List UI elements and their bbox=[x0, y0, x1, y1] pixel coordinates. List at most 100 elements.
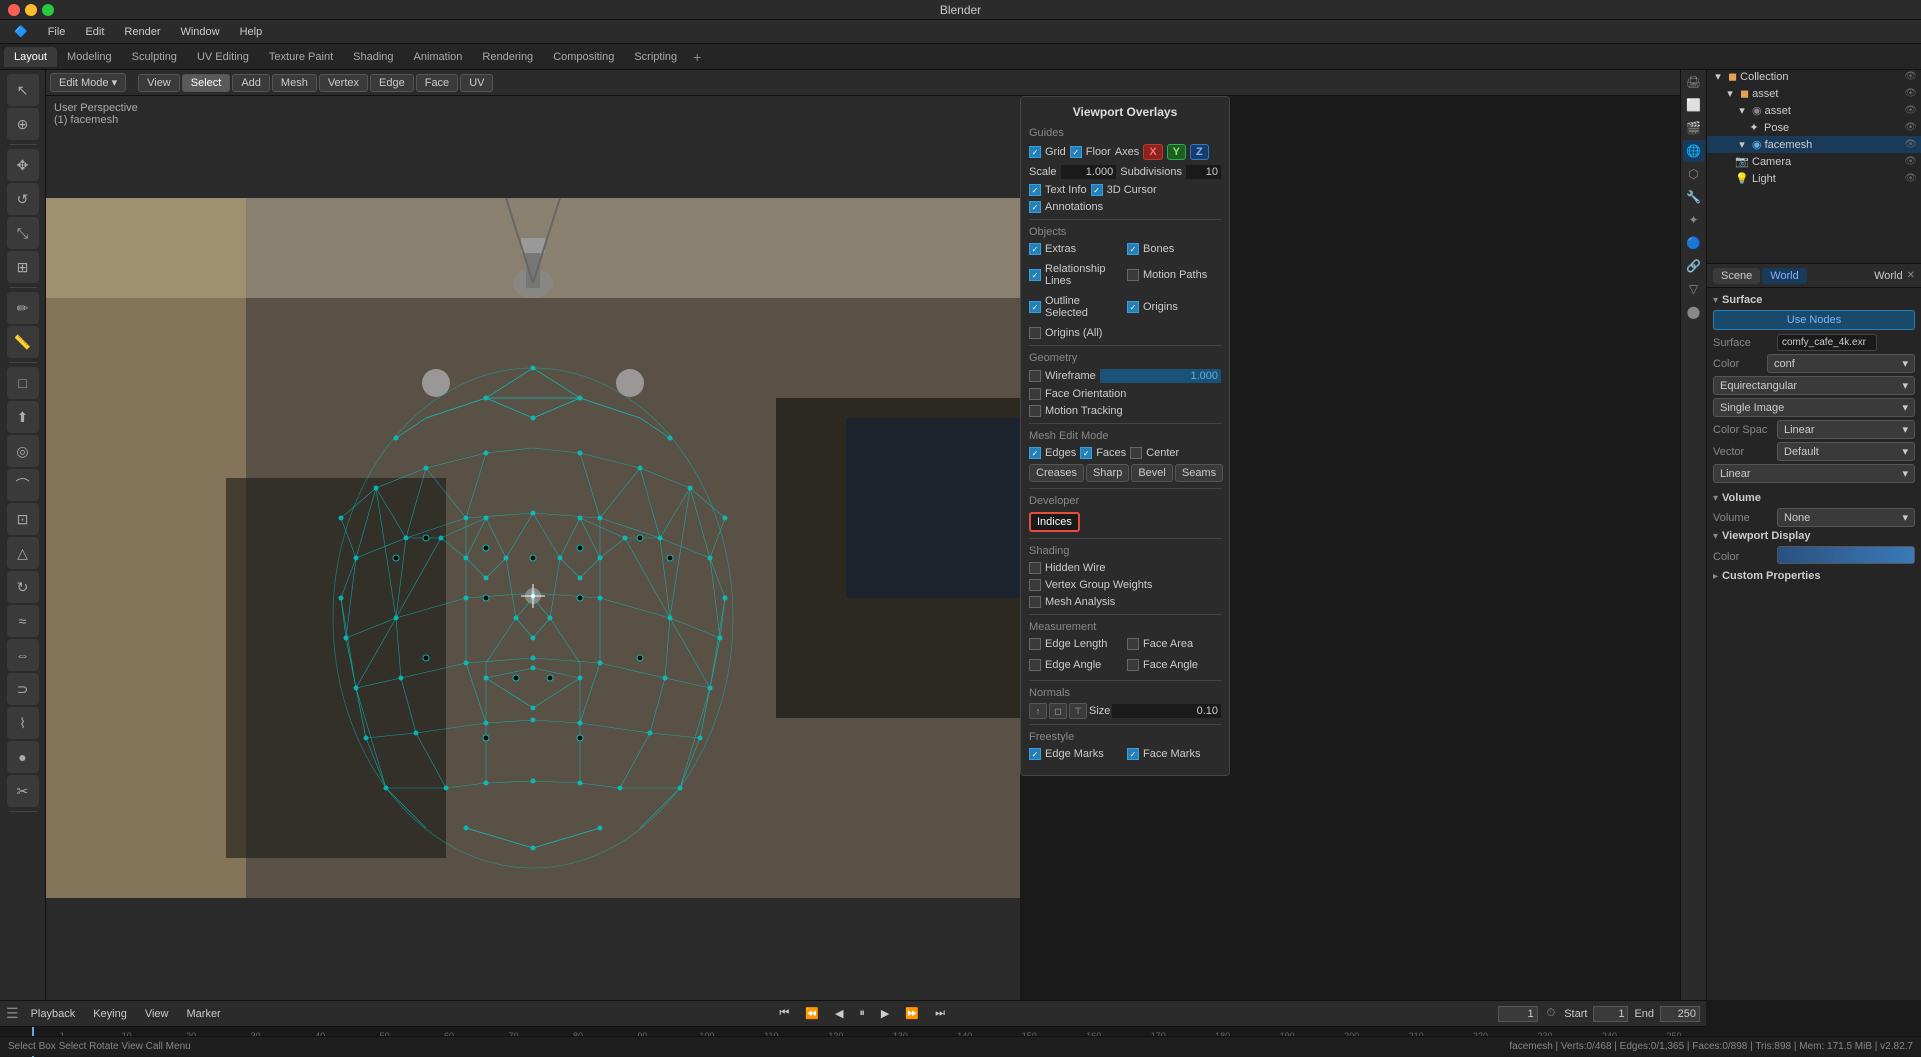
vertex-group-weights-checkbox[interactable] bbox=[1029, 579, 1041, 591]
indices-button[interactable]: Indices bbox=[1029, 512, 1080, 532]
close-button[interactable] bbox=[8, 4, 20, 16]
volume-dropdown[interactable]: None ▾ bbox=[1777, 508, 1915, 527]
origins-all-checkbox[interactable] bbox=[1029, 327, 1041, 339]
scale-input[interactable] bbox=[1061, 165, 1117, 179]
custom-props-header[interactable]: ▸ Custom Properties bbox=[1713, 570, 1915, 582]
props-material-icon[interactable]: ⬤ bbox=[1683, 301, 1705, 323]
to-sphere-tool[interactable]: ● bbox=[7, 741, 39, 773]
vd-color-swatch[interactable] bbox=[1777, 546, 1915, 564]
start-frame-input[interactable] bbox=[1593, 1006, 1628, 1022]
facemesh-eye-icon[interactable]: 👁 bbox=[1904, 139, 1917, 150]
projection-dropdown[interactable]: Equirectangular ▾ bbox=[1713, 376, 1915, 395]
ws-tab-modeling[interactable]: Modeling bbox=[57, 47, 122, 67]
subdivisions-input[interactable] bbox=[1186, 165, 1221, 179]
creases-button[interactable]: Creases bbox=[1029, 464, 1084, 482]
smooth-tool[interactable]: ≈ bbox=[7, 605, 39, 637]
view-menu[interactable]: View bbox=[138, 74, 180, 92]
surface-section-header[interactable]: ▾ Surface bbox=[1713, 294, 1915, 306]
bevel-button[interactable]: Bevel bbox=[1131, 464, 1173, 482]
edge-angle-checkbox[interactable] bbox=[1029, 659, 1041, 671]
camera-item[interactable]: 📷 Camera 👁 bbox=[1707, 153, 1921, 170]
props-scene-icon[interactable]: 🎬 bbox=[1683, 117, 1705, 139]
extras-checkbox[interactable] bbox=[1029, 243, 1041, 255]
edge-marks-checkbox[interactable] bbox=[1029, 748, 1041, 760]
maximize-button[interactable] bbox=[42, 4, 54, 16]
extrude-tool[interactable]: ⬆ bbox=[7, 401, 39, 433]
menu-file[interactable]: File bbox=[42, 24, 72, 40]
normals-split-button[interactable]: ⊤ bbox=[1069, 703, 1087, 719]
cursor-3d-checkbox[interactable] bbox=[1091, 184, 1103, 196]
hidden-wire-checkbox[interactable] bbox=[1029, 562, 1041, 574]
collection-item[interactable]: ▾ ◼ Collection 👁 bbox=[1707, 68, 1921, 85]
use-nodes-button[interactable]: Use Nodes bbox=[1713, 310, 1915, 330]
select-menu[interactable]: Select bbox=[182, 74, 231, 92]
select-tool[interactable]: ↖ bbox=[7, 74, 39, 106]
transform-tool[interactable]: ⊞ bbox=[7, 251, 39, 283]
single-image-dropdown[interactable]: Single Image ▾ bbox=[1713, 398, 1915, 417]
shrink-tool[interactable]: ⊃ bbox=[7, 673, 39, 705]
menu-render[interactable]: Render bbox=[118, 24, 166, 40]
edge-length-checkbox[interactable] bbox=[1029, 638, 1041, 650]
bones-checkbox[interactable] bbox=[1127, 243, 1139, 255]
light-eye-icon[interactable]: 👁 bbox=[1904, 173, 1917, 184]
asset-group-item[interactable]: ▾ ◼ asset 👁 bbox=[1707, 85, 1921, 102]
wireframe-checkbox[interactable] bbox=[1029, 370, 1041, 382]
props-particles-icon[interactable]: ✦ bbox=[1683, 209, 1705, 231]
ws-tab-shading[interactable]: Shading bbox=[343, 47, 403, 67]
axis-y-button[interactable]: Y bbox=[1167, 144, 1186, 160]
face-angle-checkbox[interactable] bbox=[1127, 659, 1139, 671]
asset-eye-icon[interactable]: 👁 bbox=[1904, 88, 1917, 99]
floor-checkbox[interactable] bbox=[1070, 146, 1082, 158]
inset-tool[interactable]: ◎ bbox=[7, 435, 39, 467]
relationship-lines-checkbox[interactable] bbox=[1029, 269, 1041, 281]
faces-checkbox[interactable] bbox=[1080, 447, 1092, 459]
axis-x-button[interactable]: X bbox=[1143, 144, 1162, 160]
asset-mesh-eye-icon[interactable]: 👁 bbox=[1904, 105, 1917, 116]
linear-dropdown[interactable]: Linear ▾ bbox=[1713, 464, 1915, 483]
props-constraints-icon[interactable]: 🔗 bbox=[1683, 255, 1705, 277]
jump-end-button[interactable]: ⏭ bbox=[930, 1005, 950, 1022]
cursor-tool[interactable]: ⊕ bbox=[7, 108, 39, 140]
current-frame-input[interactable] bbox=[1498, 1006, 1538, 1022]
origins-checkbox[interactable] bbox=[1127, 301, 1139, 313]
facemesh-item[interactable]: ▾ ◉ facemesh 👁 bbox=[1707, 136, 1921, 153]
shear-tool[interactable]: ⌇ bbox=[7, 707, 39, 739]
annotations-checkbox[interactable] bbox=[1029, 201, 1041, 213]
vector-dropdown[interactable]: Default ▾ bbox=[1777, 442, 1915, 461]
ws-tab-rendering[interactable]: Rendering bbox=[472, 47, 543, 67]
scene-tab[interactable]: Scene bbox=[1713, 268, 1760, 284]
play-button[interactable]: ▶ bbox=[876, 1005, 894, 1022]
jump-start-button[interactable]: ⏮ bbox=[774, 1005, 794, 1022]
props-data-icon[interactable]: ▽ bbox=[1683, 278, 1705, 300]
timeline-expand-icon[interactable]: ☰ bbox=[6, 1005, 19, 1022]
surface-value[interactable]: comfy_cafe_4k.exr bbox=[1777, 334, 1877, 351]
pose-eye-icon[interactable]: 👁 bbox=[1904, 122, 1917, 133]
axis-z-button[interactable]: Z bbox=[1190, 144, 1209, 160]
mesh-menu[interactable]: Mesh bbox=[272, 74, 317, 92]
playback-menu[interactable]: Playback bbox=[25, 1006, 82, 1022]
marker-menu[interactable]: Marker bbox=[181, 1006, 227, 1022]
camera-eye-icon[interactable]: 👁 bbox=[1904, 156, 1917, 167]
props-close-icon[interactable]: ✕ bbox=[1907, 270, 1915, 281]
spin-tool[interactable]: ↻ bbox=[7, 571, 39, 603]
normals-size-input[interactable] bbox=[1112, 704, 1221, 718]
measure-tool[interactable]: 📏 bbox=[7, 326, 39, 358]
volume-section-header[interactable]: ▾ Volume bbox=[1713, 492, 1915, 504]
motion-tracking-checkbox[interactable] bbox=[1029, 405, 1041, 417]
loop-cut-tool[interactable]: ⊡ bbox=[7, 503, 39, 535]
center-checkbox[interactable] bbox=[1130, 447, 1142, 459]
light-item[interactable]: 💡 Light 👁 bbox=[1707, 170, 1921, 187]
wireframe-value[interactable] bbox=[1100, 369, 1221, 383]
end-frame-input[interactable] bbox=[1660, 1006, 1700, 1022]
ws-tab-compositing[interactable]: Compositing bbox=[543, 47, 624, 67]
add-menu[interactable]: Add bbox=[232, 74, 270, 92]
3d-viewport[interactable]: User Perspective (1) facemesh bbox=[46, 96, 1020, 1000]
mode-selector[interactable]: Edit Mode ▾ bbox=[50, 73, 126, 92]
normals-face-button[interactable]: ◻ bbox=[1049, 703, 1067, 719]
ws-tab-uv[interactable]: UV Editing bbox=[187, 47, 259, 67]
minimize-button[interactable] bbox=[25, 4, 37, 16]
edges-checkbox[interactable] bbox=[1029, 447, 1041, 459]
props-view-layer-icon[interactable]: ⬜ bbox=[1683, 94, 1705, 116]
ws-tab-animation[interactable]: Animation bbox=[404, 47, 473, 67]
face-orientation-checkbox[interactable] bbox=[1029, 388, 1041, 400]
